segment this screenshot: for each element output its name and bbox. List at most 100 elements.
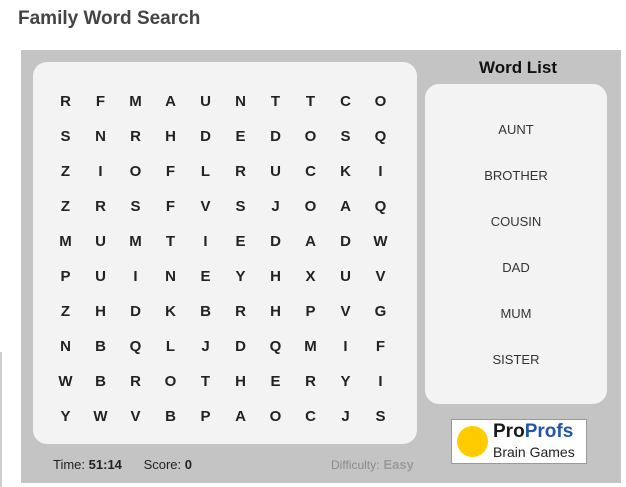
grid-cell[interactable]: A	[328, 189, 363, 224]
grid-cell[interactable]: D	[188, 119, 223, 154]
grid-cell[interactable]: P	[48, 259, 83, 294]
grid-cell[interactable]: S	[363, 399, 398, 434]
grid-cell[interactable]: D	[223, 329, 258, 364]
grid-cell[interactable]: I	[188, 224, 223, 259]
grid-cell[interactable]: I	[328, 329, 363, 364]
grid-cell[interactable]: T	[188, 364, 223, 399]
grid-cell[interactable]: W	[48, 364, 83, 399]
grid-cell[interactable]: P	[293, 294, 328, 329]
grid-cell[interactable]: U	[83, 224, 118, 259]
grid-cell[interactable]: S	[223, 189, 258, 224]
grid-cell[interactable]: G	[363, 294, 398, 329]
grid-cell[interactable]: C	[293, 154, 328, 189]
grid-cell[interactable]: X	[293, 259, 328, 294]
grid-cell[interactable]: H	[258, 294, 293, 329]
grid-cell[interactable]: Z	[48, 154, 83, 189]
grid-cell[interactable]: U	[188, 84, 223, 119]
grid-cell[interactable]: U	[83, 259, 118, 294]
grid-cell[interactable]: D	[258, 119, 293, 154]
grid-cell[interactable]: I	[118, 259, 153, 294]
grid-cell[interactable]: R	[118, 119, 153, 154]
grid-cell[interactable]: R	[223, 154, 258, 189]
letter-grid[interactable]: RFMAUNTTCOSNRHDEDOSQZIOFLRUCKIZRSFVSJOAQ…	[48, 84, 398, 434]
grid-cell[interactable]: Y	[48, 399, 83, 434]
grid-cell[interactable]: E	[188, 259, 223, 294]
grid-cell[interactable]: S	[48, 119, 83, 154]
grid-cell[interactable]: R	[293, 364, 328, 399]
grid-cell[interactable]: O	[363, 84, 398, 119]
grid-cell[interactable]: O	[153, 364, 188, 399]
grid-cell[interactable]: O	[293, 189, 328, 224]
grid-cell[interactable]: J	[258, 189, 293, 224]
grid-cell[interactable]: D	[328, 224, 363, 259]
grid-cell[interactable]: I	[363, 364, 398, 399]
grid-cell[interactable]: R	[223, 294, 258, 329]
grid-cell[interactable]: Z	[48, 189, 83, 224]
grid-cell[interactable]: E	[223, 119, 258, 154]
grid-cell[interactable]: R	[48, 84, 83, 119]
grid-cell[interactable]: Y	[223, 259, 258, 294]
grid-cell[interactable]: R	[118, 364, 153, 399]
grid-cell[interactable]: Q	[118, 329, 153, 364]
grid-cell[interactable]: Q	[363, 119, 398, 154]
grid-cell[interactable]: Q	[363, 189, 398, 224]
grid-cell[interactable]: D	[258, 224, 293, 259]
grid-cell[interactable]: U	[328, 259, 363, 294]
grid-cell[interactable]: W	[363, 224, 398, 259]
grid-cell[interactable]: F	[153, 154, 188, 189]
grid-cell[interactable]: N	[223, 84, 258, 119]
grid-cell[interactable]: V	[188, 189, 223, 224]
grid-cell[interactable]: V	[328, 294, 363, 329]
grid-cell[interactable]: M	[293, 329, 328, 364]
grid-cell[interactable]: B	[188, 294, 223, 329]
grid-cell[interactable]: E	[223, 224, 258, 259]
grid-cell[interactable]: R	[83, 189, 118, 224]
grid-cell[interactable]: C	[293, 399, 328, 434]
grid-cell[interactable]: O	[118, 154, 153, 189]
grid-cell[interactable]: I	[83, 154, 118, 189]
grid-cell[interactable]: H	[223, 364, 258, 399]
grid-cell[interactable]: K	[328, 154, 363, 189]
grid-cell[interactable]: J	[328, 399, 363, 434]
grid-cell[interactable]: P	[188, 399, 223, 434]
grid-cell[interactable]: N	[83, 119, 118, 154]
grid-cell[interactable]: V	[118, 399, 153, 434]
grid-cell[interactable]: F	[363, 329, 398, 364]
grid-cell[interactable]: F	[153, 189, 188, 224]
grid-cell[interactable]: B	[153, 399, 188, 434]
grid-cell[interactable]: Q	[258, 329, 293, 364]
grid-cell[interactable]: O	[293, 119, 328, 154]
grid-cell[interactable]: N	[48, 329, 83, 364]
grid-cell[interactable]: A	[293, 224, 328, 259]
grid-cell[interactable]: M	[118, 84, 153, 119]
grid-cell[interactable]: L	[188, 154, 223, 189]
grid-cell[interactable]: K	[153, 294, 188, 329]
grid-cell[interactable]: B	[83, 329, 118, 364]
grid-cell[interactable]: A	[153, 84, 188, 119]
grid-cell[interactable]: I	[363, 154, 398, 189]
grid-cell[interactable]: H	[258, 259, 293, 294]
grid-cell[interactable]: N	[153, 259, 188, 294]
grid-cell[interactable]: M	[118, 224, 153, 259]
grid-cell[interactable]: H	[153, 119, 188, 154]
grid-cell[interactable]: T	[153, 224, 188, 259]
grid-cell[interactable]: M	[48, 224, 83, 259]
grid-cell[interactable]: F	[83, 84, 118, 119]
grid-cell[interactable]: W	[83, 399, 118, 434]
grid-cell[interactable]: Z	[48, 294, 83, 329]
grid-cell[interactable]: O	[258, 399, 293, 434]
grid-cell[interactable]: E	[258, 364, 293, 399]
grid-cell[interactable]: T	[293, 84, 328, 119]
grid-cell[interactable]: C	[328, 84, 363, 119]
grid-cell[interactable]: J	[188, 329, 223, 364]
proprofs-logo[interactable]: ProProfs Brain Games	[451, 419, 587, 464]
grid-cell[interactable]: S	[118, 189, 153, 224]
grid-cell[interactable]: B	[83, 364, 118, 399]
grid-cell[interactable]: Y	[328, 364, 363, 399]
grid-cell[interactable]: U	[258, 154, 293, 189]
grid-cell[interactable]: T	[258, 84, 293, 119]
grid-cell[interactable]: L	[153, 329, 188, 364]
grid-cell[interactable]: D	[118, 294, 153, 329]
grid-cell[interactable]: S	[328, 119, 363, 154]
grid-cell[interactable]: V	[363, 259, 398, 294]
